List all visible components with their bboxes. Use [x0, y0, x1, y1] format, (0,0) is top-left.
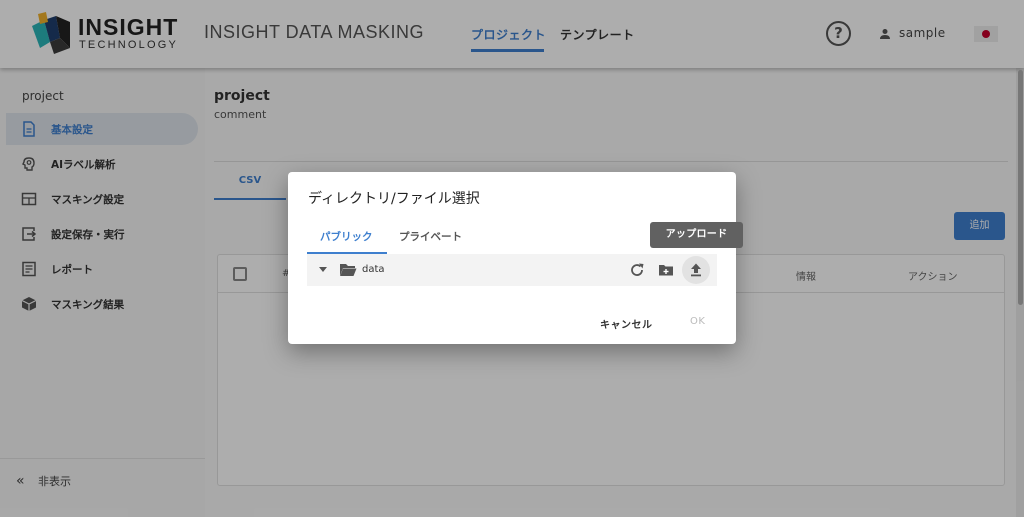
cancel-button[interactable]: キャンセル: [600, 316, 653, 331]
upload-icon[interactable]: [688, 262, 704, 278]
folder-open-icon: [340, 264, 357, 276]
ok-button[interactable]: OK: [690, 316, 705, 327]
dialog-tab-private[interactable]: プライベート: [399, 229, 462, 244]
tree-item-data[interactable]: data: [307, 254, 717, 286]
new-folder-icon[interactable]: [658, 262, 674, 278]
upload-tooltip: アップロード: [650, 222, 743, 248]
tree-item-label: data: [362, 264, 385, 275]
refresh-icon[interactable]: [629, 262, 645, 278]
caret-down-icon[interactable]: [319, 267, 327, 272]
dialog-tab-public[interactable]: パブリック: [320, 229, 373, 244]
file-select-dialog: ディレクトリ/ファイル選択 パブリック プライベート data キャンセル OK: [288, 172, 736, 344]
dialog-title: ディレクトリ/ファイル選択: [308, 191, 480, 207]
